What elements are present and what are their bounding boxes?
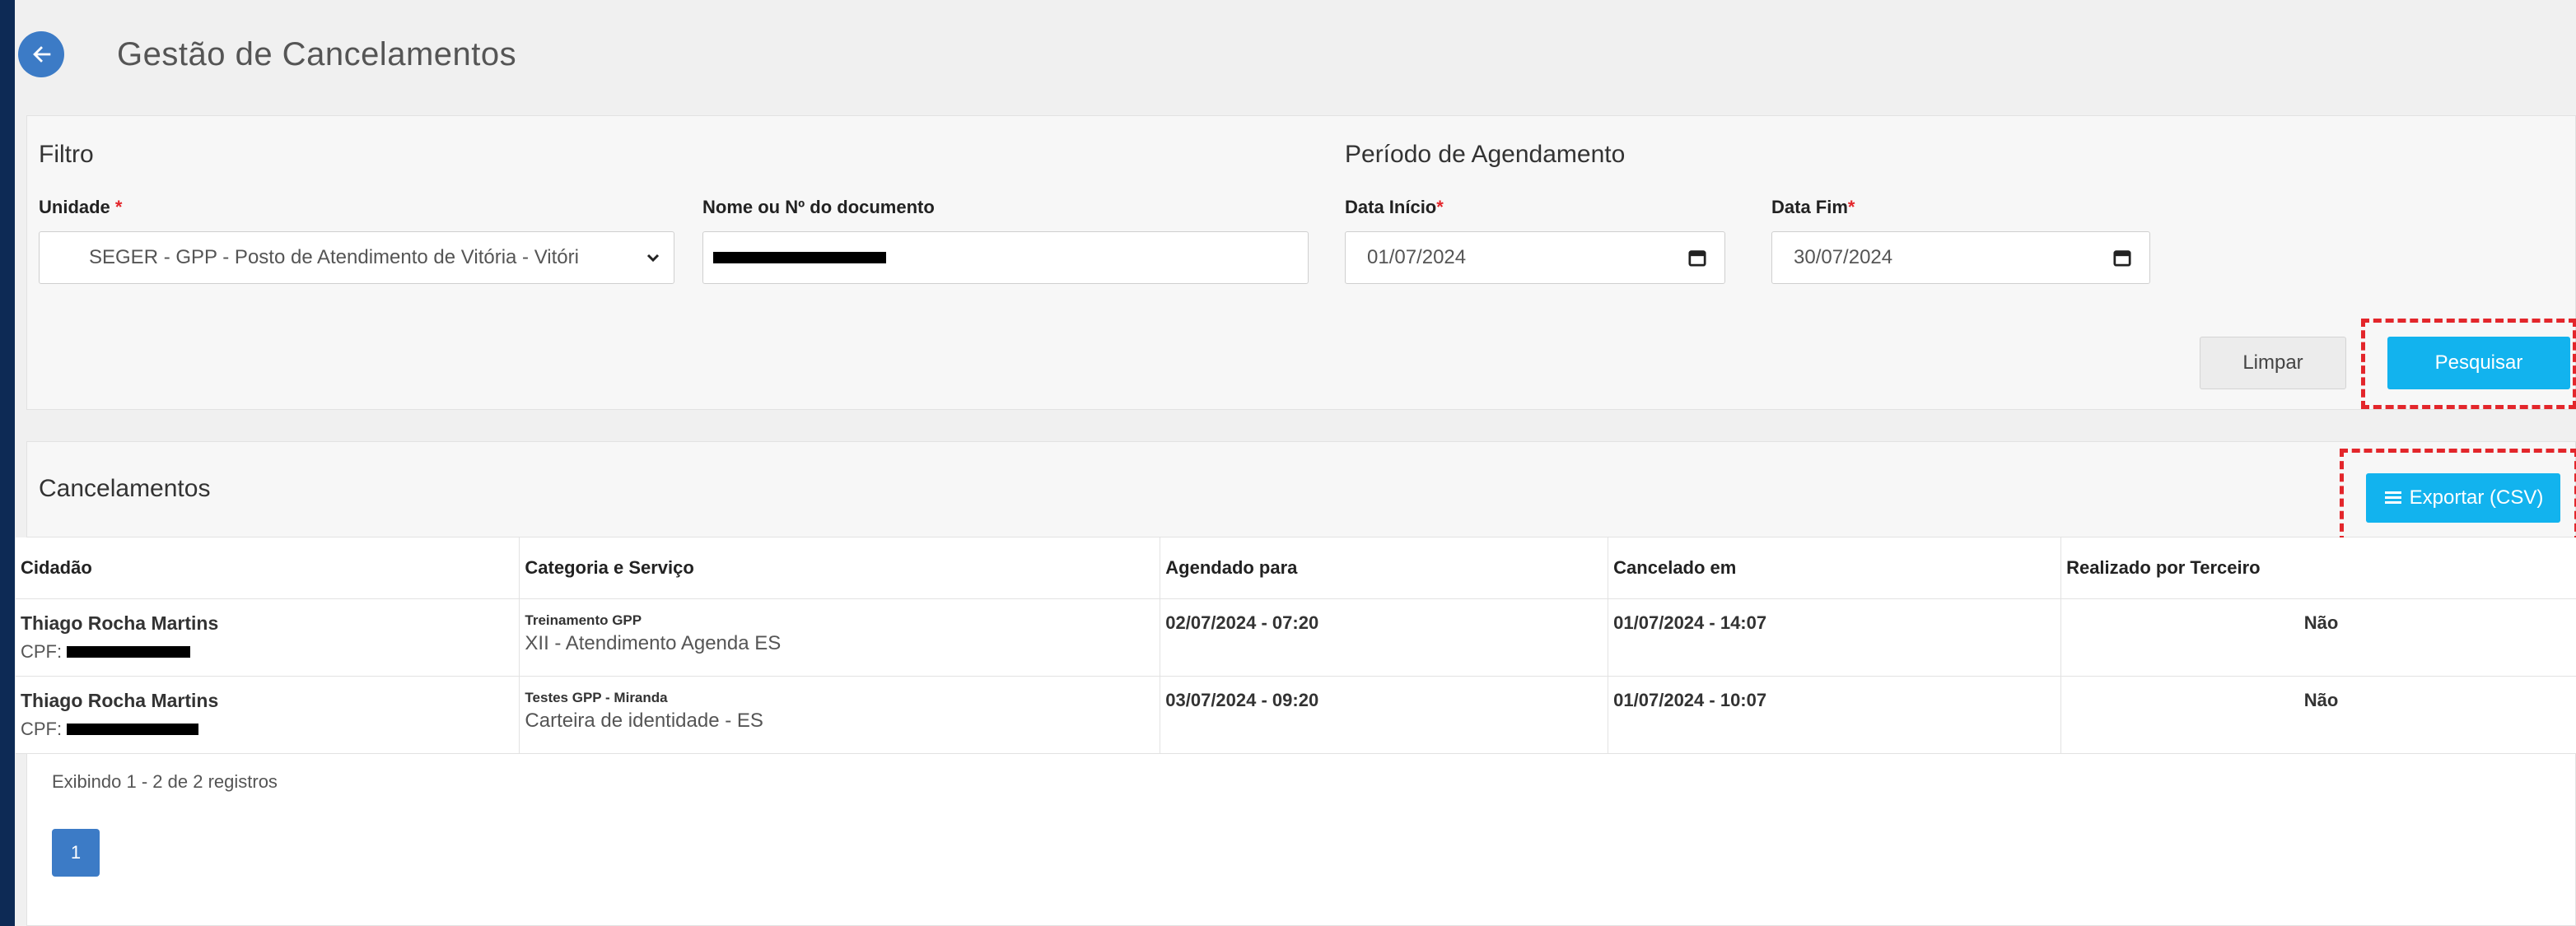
servico-name: Carteira de identidade - ES: [525, 709, 763, 732]
periodo-title: Período de Agendamento: [1345, 141, 1626, 168]
filter-title: Filtro: [39, 141, 94, 168]
cancelamentos-table: Cidadão Categoria e Serviço Agendado par…: [16, 537, 2576, 754]
terceiro-cell: Não: [2060, 676, 2576, 754]
cpf-label: CPF:: [21, 718, 63, 739]
redacted-value: [713, 252, 886, 263]
cidadao-cell: Thiago Rocha Martins CPF:: [16, 676, 520, 754]
table-row[interactable]: Thiago Rocha Martins CPF: Treinamento GP…: [16, 598, 2576, 677]
required-mark: *: [1436, 197, 1444, 217]
pagination-info: Exibindo 1 - 2 de 2 registros: [52, 771, 278, 792]
agendado-cell: 03/07/2024 - 09:20: [1160, 676, 1609, 754]
redacted-value: [67, 645, 191, 658]
results-panel: Cancelamentos Exportar (CSV) Cidadão Cat…: [16, 441, 2576, 926]
categoria-cell: Testes GPP - Miranda Carteira de identid…: [519, 676, 1161, 754]
page-button[interactable]: 1: [52, 829, 100, 877]
calendar-icon[interactable]: [2113, 249, 2131, 267]
data-inicio-label-text: Data Início: [1345, 197, 1437, 217]
column-header[interactable]: Categoria e Serviço: [519, 537, 1161, 599]
limpar-button[interactable]: Limpar: [2200, 337, 2346, 389]
unidade-label-text: Unidade: [39, 197, 110, 217]
column-header[interactable]: Agendado para: [1160, 537, 1609, 599]
required-mark: *: [1847, 197, 1855, 217]
redacted-value: [67, 723, 199, 735]
calendar-icon[interactable]: [1688, 249, 1706, 267]
cidadao-cell: Thiago Rocha Martins CPF:: [16, 598, 520, 677]
page-header: Gestão de Cancelamentos: [15, 0, 2576, 109]
data-inicio-input[interactable]: 01/07/2024: [1345, 231, 1725, 284]
back-button[interactable]: [18, 31, 64, 77]
arrow-left-icon: [33, 46, 51, 63]
agendado-cell: 02/07/2024 - 07:20: [1160, 598, 1609, 677]
cidadao-name: Thiago Rocha Martins: [21, 612, 219, 634]
cancelado-cell: 01/07/2024 - 14:07: [1608, 598, 2062, 677]
unidade-select-value: SEGER - GPP - Posto de Atendimento de Vi…: [89, 246, 579, 268]
cidadao-name: Thiago Rocha Martins: [21, 689, 219, 711]
cpf-line: CPF:: [21, 641, 519, 663]
documento-label: Nome ou Nº do documento: [702, 197, 935, 217]
cpf-line: CPF:: [21, 719, 519, 740]
highlight-box: [2361, 319, 2576, 409]
categoria-name: Treinamento GPP: [525, 612, 642, 628]
data-inicio-label: Data Início*: [1345, 197, 1444, 218]
results-header: Cancelamentos Exportar (CSV): [27, 442, 2576, 544]
data-inicio-value: 01/07/2024: [1367, 246, 1467, 268]
column-header[interactable]: Realizado por Terceiro: [2060, 537, 2576, 599]
data-fim-label-text: Data Fim: [1771, 197, 1848, 217]
column-header[interactable]: Cancelado em: [1608, 537, 2062, 599]
highlight-box: [2340, 449, 2576, 544]
results-title: Cancelamentos: [39, 475, 211, 502]
filter-panel: Filtro Unidade * SEGER - GPP - Posto de …: [26, 115, 2576, 410]
data-fim-input[interactable]: 30/07/2024: [1771, 231, 2150, 284]
terceiro-cell: Não: [2060, 598, 2576, 677]
column-header[interactable]: Cidadão: [16, 537, 520, 599]
chevron-down-icon: [646, 254, 660, 263]
table-row[interactable]: Thiago Rocha Martins CPF: Testes GPP - M…: [16, 676, 2576, 754]
servico-name: XII - Atendimento Agenda ES: [525, 631, 782, 654]
categoria-cell: Treinamento GPP XII - Atendimento Agenda…: [519, 598, 1161, 677]
categoria-name: Testes GPP - Miranda: [525, 689, 668, 705]
cpf-label: CPF:: [21, 640, 63, 662]
page-title: Gestão de Cancelamentos: [117, 36, 517, 72]
required-mark: *: [114, 197, 123, 217]
unidade-select[interactable]: SEGER - GPP - Posto de Atendimento de Vi…: [39, 231, 674, 284]
documento-input[interactable]: [702, 231, 1309, 284]
unidade-label: Unidade *: [39, 197, 122, 218]
app-window: Gestão de Cancelamentos Filtro Unidade *…: [15, 0, 2576, 926]
cancelado-cell: 01/07/2024 - 10:07: [1608, 676, 2062, 754]
data-fim-label: Data Fim*: [1771, 197, 1855, 218]
data-fim-value: 30/07/2024: [1794, 246, 1893, 268]
table-header-row: Cidadão Categoria e Serviço Agendado par…: [16, 537, 2576, 599]
